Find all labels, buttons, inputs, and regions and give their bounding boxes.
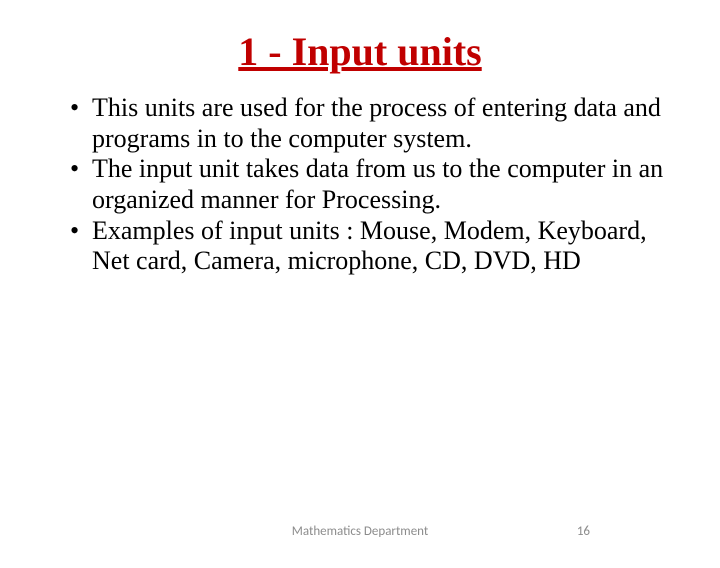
footer-page-number: 16 [577,524,590,539]
bullet-item: This units are used for the process of e… [70,93,680,154]
slide-content: This units are used for the process of e… [0,93,720,277]
slide: 1 - Input units This units are used for … [0,28,720,568]
slide-title: 1 - Input units [0,28,720,75]
slide-footer: Mathematics Department 16 [0,524,720,544]
footer-department: Mathematics Department [0,524,720,539]
bullet-item: The input unit takes data from us to the… [70,154,680,215]
bullet-item: Examples of input units : Mouse, Modem, … [70,216,680,277]
